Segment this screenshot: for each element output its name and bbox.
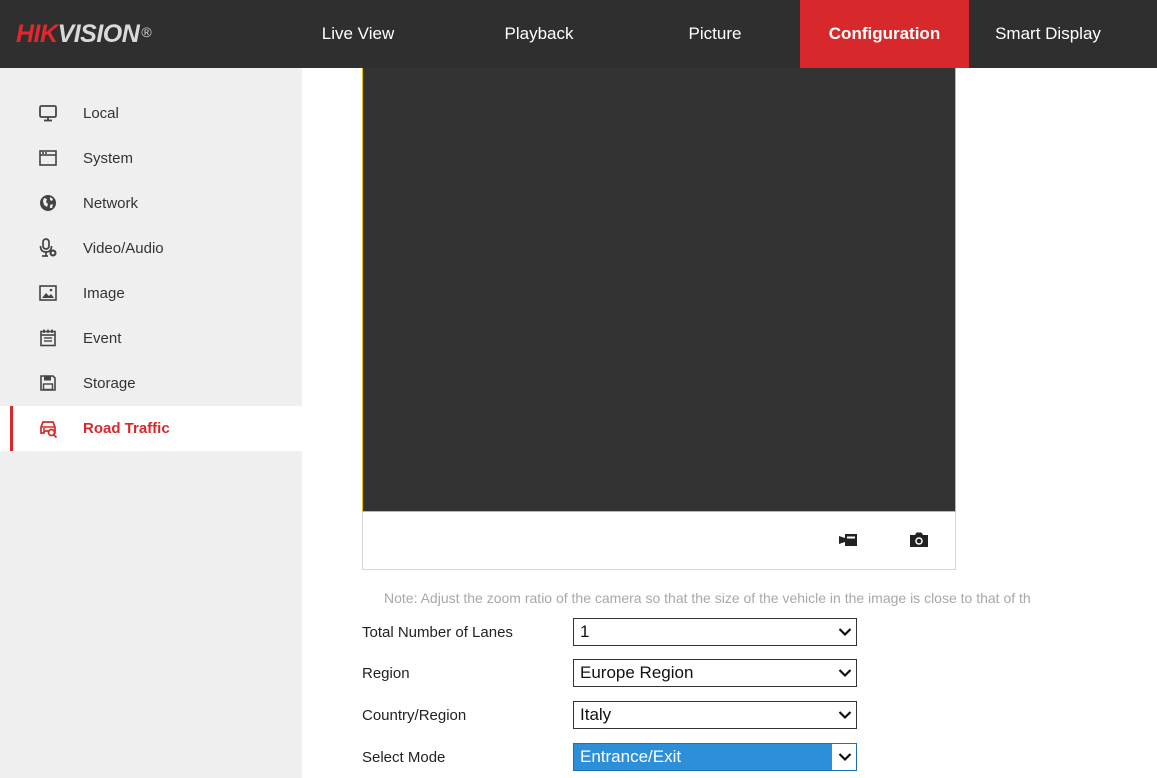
nav-configuration[interactable]: Configuration	[800, 0, 969, 68]
logo-text-hik: HIK	[16, 20, 58, 48]
region-label: Region	[362, 665, 410, 682]
chevron-down-icon	[838, 711, 852, 720]
sidebar-item-label: Event	[83, 330, 122, 347]
sidebar-item-network[interactable]: Network	[0, 181, 302, 226]
camera-capture-icon[interactable]	[908, 529, 930, 551]
sidebar-item-label: Network	[83, 195, 139, 212]
sidebar-item-event[interactable]: Event	[0, 316, 302, 361]
floppy-disk-icon	[40, 375, 56, 391]
total-lanes-select[interactable]: 1	[573, 618, 857, 646]
hikvision-logo: HIKVISION ®	[16, 0, 152, 68]
sidebar-item-road-traffic[interactable]: Road Traffic	[0, 406, 302, 451]
vehicle-search-icon	[40, 421, 58, 438]
sidebar-item-image[interactable]: Image	[0, 271, 302, 316]
chevron-down-icon	[838, 628, 852, 637]
system-window-icon	[39, 150, 57, 166]
select-value: Italy	[580, 705, 612, 724]
nav-smart-display[interactable]: Smart Display	[978, 0, 1118, 68]
nav-playback[interactable]: Playback	[484, 0, 594, 68]
microphone-icon	[39, 238, 57, 257]
monitor-icon	[39, 105, 57, 122]
video-toolbar	[362, 512, 956, 570]
country-region-select[interactable]: Italy	[573, 701, 857, 729]
total-lanes-label: Total Number of Lanes	[362, 624, 513, 641]
sidebar-item-label: Local	[83, 105, 119, 122]
sidebar-item-video-audio[interactable]: Video/Audio	[0, 226, 302, 271]
nav-live-view[interactable]: Live View	[305, 0, 411, 68]
calendar-icon	[40, 329, 56, 347]
sidebar-item-system[interactable]: System	[0, 136, 302, 181]
select-value: Europe Region	[580, 663, 694, 682]
nav-picture[interactable]: Picture	[662, 0, 768, 68]
select-mode-label: Select Mode	[362, 749, 446, 766]
zoom-note-text: Note: Adjust the zoom ratio of the camer…	[384, 590, 1031, 606]
chevron-down-icon	[838, 753, 852, 762]
logo-registered-mark: ®	[141, 24, 152, 40]
live-video-preview[interactable]	[362, 68, 956, 512]
region-select[interactable]: Europe Region	[573, 659, 857, 687]
logo-text-vision: VISION	[57, 20, 140, 48]
sidebar-item-label: Image	[83, 285, 125, 302]
record-video-icon[interactable]	[837, 529, 859, 551]
sidebar-item-storage[interactable]: Storage	[0, 361, 302, 406]
sidebar-item-local[interactable]: Local	[0, 91, 302, 136]
sidebar-item-label: Storage	[83, 375, 136, 392]
top-navigation-bar: HIKVISION ® Live View Playback Picture Co…	[0, 0, 1157, 68]
chevron-down-icon	[838, 669, 852, 678]
sidebar-item-label: Road Traffic	[83, 420, 170, 437]
select-value: Entrance/Exit	[580, 747, 682, 766]
sidebar: Local System Network Video/Audio Image E…	[0, 68, 302, 778]
active-indicator	[10, 406, 13, 451]
select-mode-select[interactable]: Entrance/Exit	[573, 743, 857, 771]
country-region-label: Country/Region	[362, 707, 467, 724]
image-icon	[39, 285, 57, 301]
select-value: 1	[580, 622, 590, 641]
sidebar-item-label: Video/Audio	[83, 240, 164, 257]
globe-icon	[40, 195, 56, 211]
sidebar-item-label: System	[83, 150, 134, 167]
